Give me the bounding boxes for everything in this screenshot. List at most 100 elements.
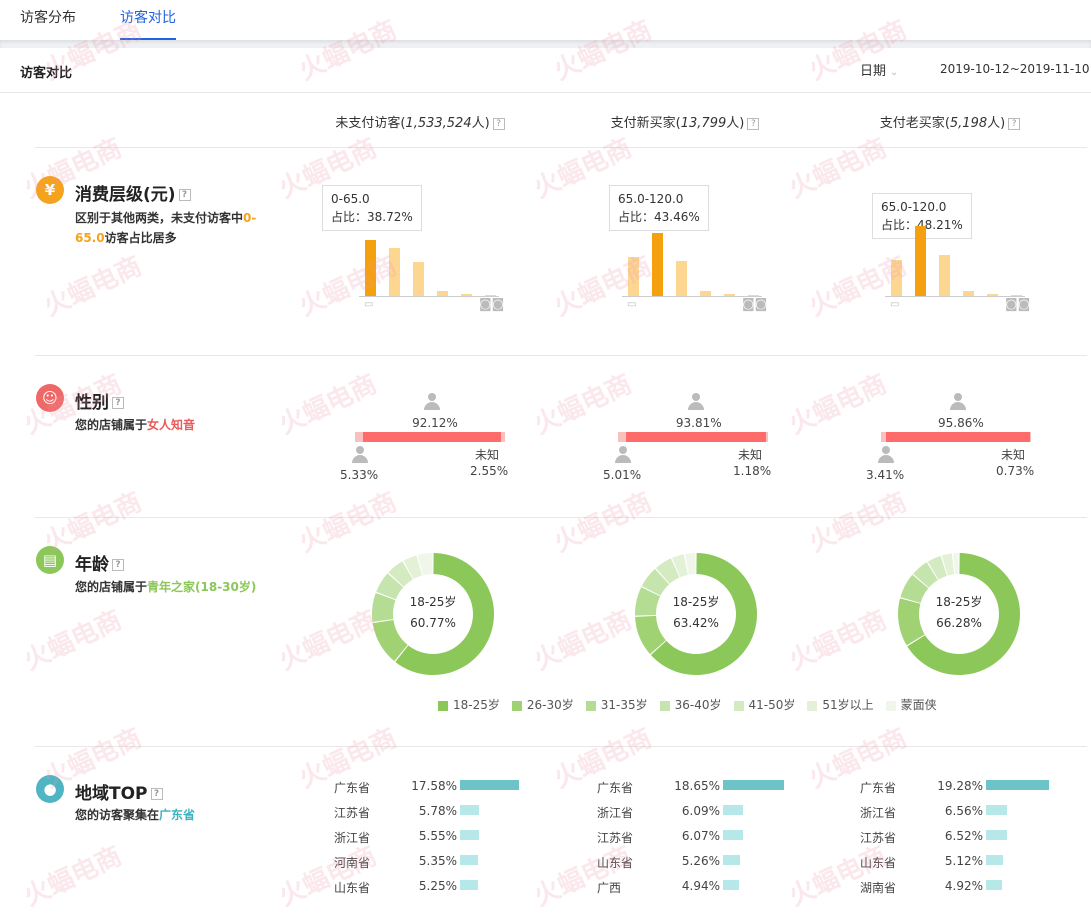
region-name: 浙江省 bbox=[597, 806, 634, 820]
region-value: 18.65% bbox=[674, 779, 720, 793]
region-row: 江苏省 6.52% bbox=[860, 829, 1080, 849]
region-name: 江苏省 bbox=[597, 831, 634, 845]
legend-swatch bbox=[511, 700, 522, 711]
legend-label: 51岁以上 bbox=[822, 698, 874, 712]
region-row: 湖南省 4.92% bbox=[860, 879, 1080, 899]
legend-item[interactable]: 41-50岁 bbox=[733, 696, 796, 713]
donut-center-category: 18-25岁 bbox=[935, 595, 983, 609]
region-name: 广东省 bbox=[334, 781, 371, 795]
region-name: 浙江省 bbox=[334, 831, 371, 845]
region-bar[interactable] bbox=[986, 805, 1008, 815]
region-bar[interactable] bbox=[723, 780, 784, 790]
region-name: 浙江省 bbox=[860, 806, 897, 820]
region-row: 浙江省 6.09% bbox=[597, 804, 817, 824]
legend-swatch bbox=[733, 700, 744, 711]
region-row: 江苏省 6.07% bbox=[597, 829, 817, 849]
legend-swatch bbox=[585, 700, 596, 711]
donut-center-value: 63.42% bbox=[673, 616, 719, 630]
region-row: 广东省 19.28% bbox=[860, 779, 1080, 799]
region-bar[interactable] bbox=[723, 805, 743, 815]
region-bar[interactable] bbox=[986, 830, 1008, 840]
legend-item[interactable]: 蒙面侠 bbox=[885, 696, 937, 713]
section-title-region: 地域TOP? bbox=[75, 779, 163, 804]
age-donut-charts bbox=[371, 553, 1020, 675]
donut-center-category: 18-25岁 bbox=[672, 595, 720, 609]
region-value: 4.92% bbox=[944, 879, 983, 893]
legend-item[interactable]: 36-40岁 bbox=[659, 696, 722, 713]
legend-label: 31-35岁 bbox=[600, 698, 648, 712]
region-value: 5.78% bbox=[418, 804, 457, 818]
region-bar[interactable] bbox=[460, 805, 480, 815]
region-row: 山东省 5.26% bbox=[597, 854, 817, 874]
region-bar[interactable] bbox=[460, 830, 479, 840]
region-value: 6.09% bbox=[681, 804, 720, 818]
region-value: 5.26% bbox=[681, 854, 720, 868]
desc-highlight: 广东省 bbox=[159, 808, 196, 822]
region-name: 山东省 bbox=[334, 881, 371, 895]
region-bar[interactable] bbox=[460, 880, 478, 890]
region-value: 19.28% bbox=[937, 779, 983, 793]
region-bar[interactable] bbox=[723, 855, 741, 865]
legend-label: 36-40岁 bbox=[674, 698, 722, 712]
legend-swatch bbox=[807, 700, 818, 711]
region-name: 广东省 bbox=[597, 781, 634, 795]
region-name: 湖南省 bbox=[860, 881, 897, 895]
region-value: 17.58% bbox=[411, 779, 457, 793]
legend-item[interactable]: 26-30岁 bbox=[511, 696, 574, 713]
region-value: 5.35% bbox=[418, 854, 457, 868]
region-bar[interactable] bbox=[986, 855, 1003, 865]
region-row: 河南省 5.35% bbox=[334, 854, 554, 874]
section-desc-region: 您的访客聚集在广东省 bbox=[75, 805, 195, 825]
region-name: 山东省 bbox=[860, 856, 897, 870]
legend-label: 26-30岁 bbox=[526, 698, 574, 712]
location-pin-icon: ● bbox=[36, 775, 64, 803]
region-value: 5.55% bbox=[418, 829, 457, 843]
help-icon[interactable]: ? bbox=[150, 788, 163, 800]
donut-center-label: 18-25岁 63.42% bbox=[656, 592, 736, 634]
region-row: 浙江省 5.55% bbox=[334, 829, 554, 849]
legend-swatch bbox=[438, 700, 448, 711]
donut-center-value: 66.28% bbox=[936, 616, 982, 630]
donut-center-label: 18-25岁 60.77% bbox=[393, 592, 473, 634]
donut-center-category: 18-25岁 bbox=[409, 595, 457, 609]
region-row: 广东省 17.58% bbox=[334, 779, 554, 799]
region-row: 山东省 5.25% bbox=[334, 879, 554, 899]
region-value: 5.25% bbox=[418, 879, 457, 893]
region-name: 山东省 bbox=[597, 856, 634, 870]
legend-item[interactable]: 31-35岁 bbox=[585, 696, 648, 713]
region-bar[interactable] bbox=[460, 780, 520, 790]
age-legend: 18-25岁 26-30岁 31-35岁 36-40岁 41-50岁 51岁以上 蒙面侠 bbox=[438, 696, 949, 713]
region-row: 浙江省 6.56% bbox=[860, 804, 1080, 824]
legend-label: 41-50岁 bbox=[748, 698, 796, 712]
region-bar[interactable] bbox=[986, 880, 1003, 890]
region-name: 河南省 bbox=[334, 856, 371, 870]
desc-text: 您的访客聚集在 bbox=[75, 808, 160, 822]
region-bar[interactable] bbox=[723, 830, 743, 840]
legend-item[interactable]: 18-25岁 bbox=[438, 696, 500, 713]
region-row: 山东省 5.12% bbox=[860, 854, 1080, 874]
region-value: 5.12% bbox=[944, 854, 983, 868]
region-name: 江苏省 bbox=[860, 831, 897, 845]
donut-center-value: 60.77% bbox=[410, 616, 456, 630]
region-row: 广西 4.94% bbox=[597, 879, 817, 899]
legend-swatch bbox=[659, 700, 670, 711]
legend-label: 蒙面侠 bbox=[900, 698, 937, 712]
region-value: 6.56% bbox=[944, 804, 983, 818]
section-title-text: 地域TOP bbox=[75, 784, 148, 804]
legend-label: 18-25岁 bbox=[453, 698, 500, 712]
region-row: 广东省 18.65% bbox=[597, 779, 817, 799]
region-bar[interactable] bbox=[723, 880, 740, 890]
region-bar[interactable] bbox=[460, 855, 478, 865]
region-value: 4.94% bbox=[681, 879, 720, 893]
region-name: 广西 bbox=[597, 881, 622, 895]
age-donut-slice[interactable] bbox=[953, 553, 959, 575]
region-value: 6.07% bbox=[681, 829, 720, 843]
region-name: 江苏省 bbox=[334, 806, 371, 820]
region-row: 江苏省 5.78% bbox=[334, 804, 554, 824]
donut-center-label: 18-25岁 66.28% bbox=[919, 592, 999, 634]
legend-item[interactable]: 51岁以上 bbox=[807, 696, 874, 713]
divider bbox=[35, 746, 1087, 747]
region-value: 6.52% bbox=[944, 829, 983, 843]
region-bar[interactable] bbox=[986, 780, 1049, 790]
region-name: 广东省 bbox=[860, 781, 897, 795]
